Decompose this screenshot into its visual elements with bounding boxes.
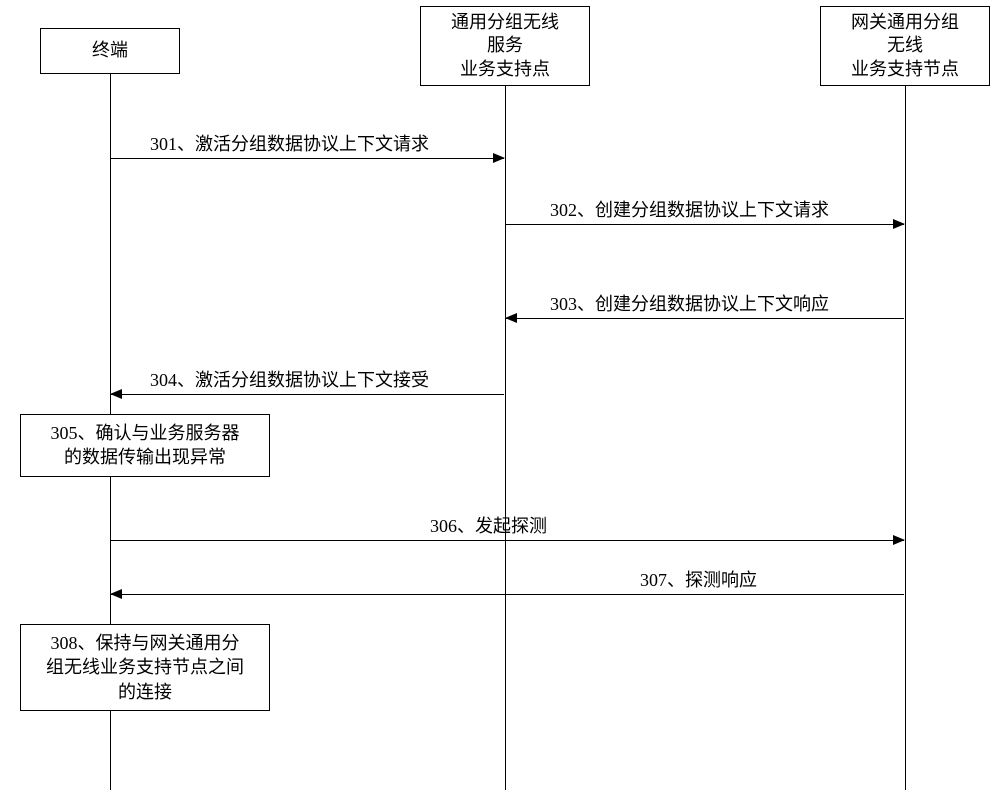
msg-303-arrow	[506, 318, 904, 319]
box-308: 308、保持与网关通用分 组无线业务支持节点之间 的连接	[20, 624, 270, 711]
msg-302-arrow	[506, 224, 904, 225]
participant-terminal: 终端	[40, 28, 180, 74]
msg-302-label: 302、创建分组数据协议上下文请求	[550, 196, 829, 222]
lifeline-sgsn	[505, 86, 506, 790]
msg-301-label: 301、激活分组数据协议上下文请求	[150, 130, 429, 156]
msg-306-arrow	[111, 540, 904, 541]
msg-307-label: 307、探测响应	[640, 566, 757, 592]
msg-306-label: 306、发起探测	[430, 512, 547, 538]
msg-304-arrow	[111, 394, 504, 395]
box-305: 305、确认与业务服务器 的数据传输出现异常	[20, 414, 270, 477]
msg-307-arrow	[111, 594, 904, 595]
lifeline-ggsn	[905, 86, 906, 790]
msg-303-label: 303、创建分组数据协议上下文响应	[550, 290, 829, 316]
participant-ggsn: 网关通用分组 无线 业务支持节点	[820, 6, 990, 86]
msg-301-arrow	[111, 158, 504, 159]
msg-304-label: 304、激活分组数据协议上下文接受	[150, 366, 429, 392]
participant-sgsn: 通用分组无线 服务 业务支持点	[420, 6, 590, 86]
